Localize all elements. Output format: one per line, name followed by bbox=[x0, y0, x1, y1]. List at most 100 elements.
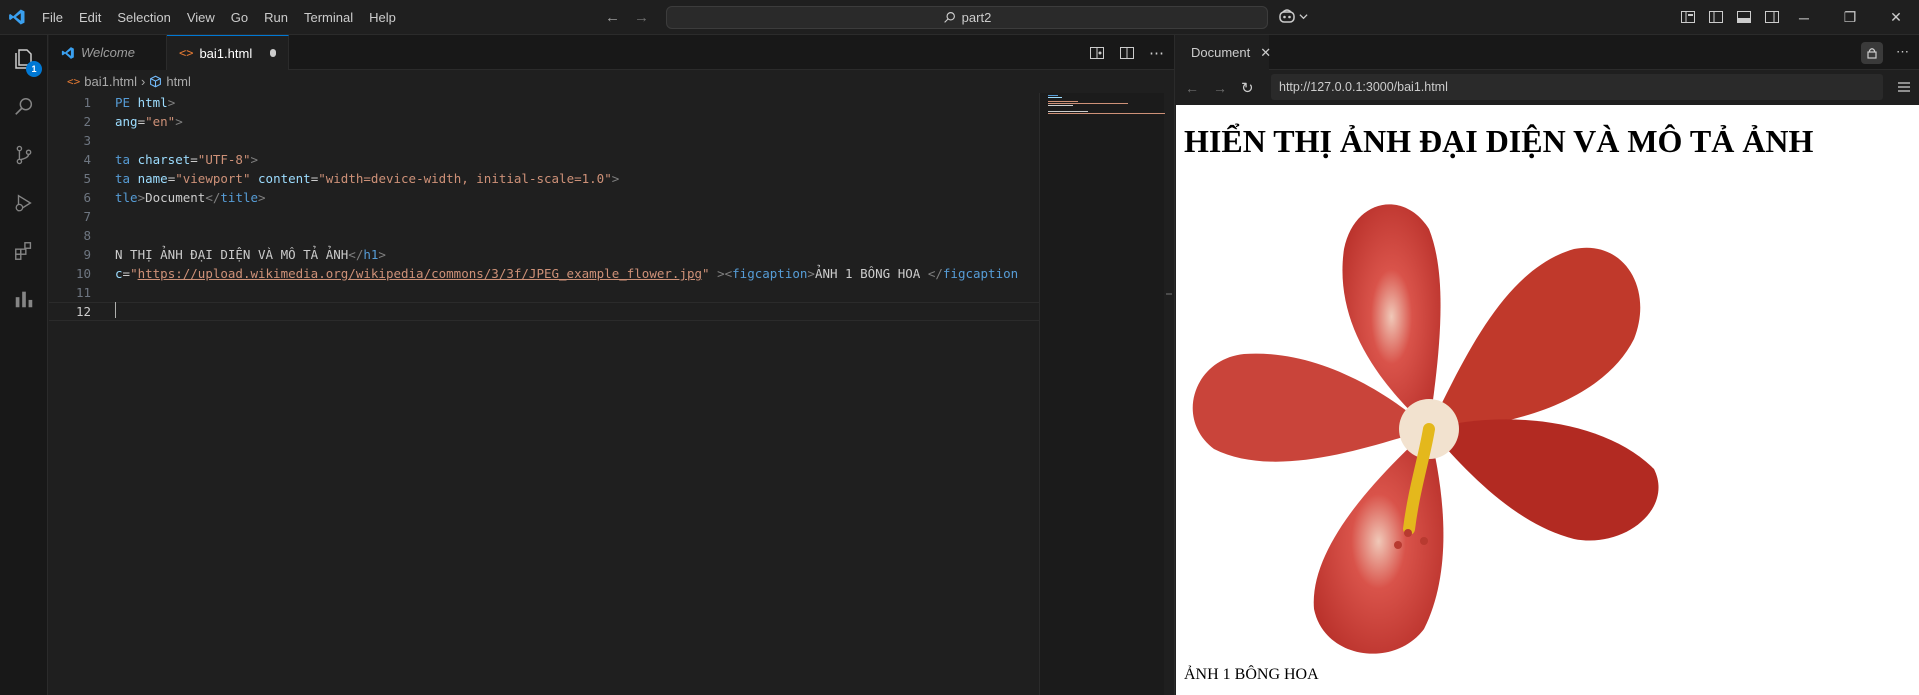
tab-bai1-html[interactable]: <> bai1.html bbox=[167, 35, 289, 70]
url-input[interactable]: http://127.0.0.1:3000/bai1.html bbox=[1271, 74, 1883, 100]
code-token: " bbox=[702, 266, 718, 281]
code-line[interactable]: 12 bbox=[49, 302, 1039, 321]
menu-go[interactable]: Go bbox=[223, 0, 256, 35]
menu-edit[interactable]: Edit bbox=[71, 0, 109, 35]
code-token: > bbox=[258, 190, 266, 205]
line-number: 1 bbox=[83, 95, 91, 110]
forward-arrow-icon[interactable]: → bbox=[634, 9, 649, 26]
copilot-button[interactable] bbox=[1278, 8, 1308, 24]
code-token: = bbox=[137, 114, 146, 129]
web-page: HIỂN THỊ ẢNH ĐẠI DIỆN VÀ MÔ TẢ ẢNH ẢNH 1… bbox=[1176, 105, 1919, 695]
menu-selection[interactable]: Selection bbox=[109, 0, 178, 35]
browser-forward-icon[interactable]: → bbox=[1213, 80, 1227, 96]
back-arrow-icon[interactable]: ← bbox=[605, 9, 620, 26]
explorer-button[interactable]: 1 bbox=[0, 35, 48, 83]
toggle-primary-sidebar-icon[interactable] bbox=[1708, 9, 1724, 25]
minimize-icon[interactable]: ─ bbox=[1781, 0, 1827, 35]
line-number: 7 bbox=[83, 209, 91, 224]
code-token: c bbox=[115, 266, 123, 281]
more-actions-icon[interactable]: ⋯ bbox=[1149, 44, 1164, 62]
code-editor[interactable]: 1 PE html> 2 ang="en"> 3 4 ta charset="UTF-8">… bbox=[49, 93, 1039, 321]
menu-run[interactable]: Run bbox=[256, 0, 296, 35]
editor-tabs: Welcome <> bai1.html ⋯ bbox=[49, 35, 1174, 70]
run-debug-button[interactable] bbox=[0, 179, 48, 227]
code-line[interactable]: 4 ta charset="UTF-8"> bbox=[49, 150, 1039, 169]
search-view-button[interactable] bbox=[0, 83, 48, 131]
code-token: https://upload.wikimedia.org/wikipedia/c… bbox=[137, 266, 703, 281]
search-icon bbox=[15, 98, 33, 115]
vertical-scrollbar[interactable] bbox=[1165, 93, 1174, 695]
code-line[interactable]: 10 c="https://upload.wikimedia.org/wikipe… bbox=[49, 264, 1039, 283]
menu-icon[interactable] bbox=[1897, 80, 1911, 94]
code-line[interactable]: 11 bbox=[49, 283, 1039, 302]
extensions-button[interactable] bbox=[0, 227, 48, 275]
command-center-search[interactable]: part2 bbox=[666, 6, 1268, 29]
chevron-down-icon bbox=[1299, 13, 1308, 19]
minimap[interactable] bbox=[1039, 93, 1166, 695]
code-token: Document bbox=[145, 190, 206, 205]
code-line[interactable]: 8 bbox=[49, 226, 1039, 245]
source-control-icon bbox=[16, 145, 32, 165]
code-token: </ bbox=[205, 190, 221, 205]
code-token: > bbox=[250, 152, 259, 167]
breadcrumb-symbol[interactable]: html bbox=[166, 74, 191, 89]
code-line[interactable]: 7 bbox=[49, 207, 1039, 226]
line-number: 5 bbox=[83, 171, 91, 186]
split-editor-icon[interactable] bbox=[1119, 45, 1135, 61]
code-token: title bbox=[220, 190, 259, 205]
copilot-icon bbox=[1279, 9, 1295, 23]
tab-label: Document bbox=[1191, 45, 1251, 60]
code-token: ta bbox=[115, 152, 138, 167]
stats-button[interactable] bbox=[0, 275, 48, 323]
browser-back-icon[interactable]: ← bbox=[1185, 80, 1199, 96]
source-control-button[interactable] bbox=[0, 131, 48, 179]
code-line[interactable]: 1 PE html> bbox=[49, 93, 1039, 112]
more-actions-icon[interactable]: ⋯ bbox=[1896, 44, 1909, 60]
restore-icon[interactable]: ❐ bbox=[1827, 0, 1873, 35]
code-line[interactable]: 9 N THỊ ẢNH ĐẠI DIỆN VÀ MÔ TẢ ẢNH</h1> bbox=[49, 245, 1039, 264]
toggle-panel-icon[interactable] bbox=[1736, 9, 1752, 25]
line-content: ta name="viewport" content="width=device… bbox=[115, 171, 619, 186]
close-window-icon[interactable]: ✕ bbox=[1873, 0, 1919, 35]
bar-chart-icon bbox=[15, 291, 33, 308]
code-line[interactable]: 6 tle>Document</title> bbox=[49, 188, 1039, 207]
line-number: 2 bbox=[83, 114, 91, 129]
code-token: N THỊ ẢNH ĐẠI DIỆN VÀ MÔ TẢ ẢNH bbox=[115, 247, 349, 262]
code-token: figcaption bbox=[942, 266, 1019, 281]
line-content: tle>Document</title> bbox=[115, 190, 266, 205]
code-token: "UTF-8" bbox=[197, 152, 251, 167]
code-token: > bbox=[167, 95, 176, 110]
open-preview-icon[interactable] bbox=[1089, 45, 1105, 61]
code-token: ta bbox=[115, 171, 138, 186]
breadcrumb-file[interactable]: bai1.html bbox=[84, 74, 137, 89]
code-token: > bbox=[175, 114, 183, 129]
menu-help[interactable]: Help bbox=[361, 0, 404, 35]
menu-file[interactable]: File bbox=[34, 0, 71, 35]
code-token: </ bbox=[348, 247, 364, 262]
extensions-icon bbox=[15, 242, 32, 260]
lock-group-button[interactable] bbox=[1861, 42, 1883, 64]
code-line[interactable]: 2 ang="en"> bbox=[49, 112, 1039, 131]
toggle-secondary-sidebar-icon[interactable] bbox=[1764, 9, 1780, 25]
code-line[interactable]: 3 bbox=[49, 131, 1039, 150]
simple-browser-panel: Document ✕ ⋯ ← → ↻ http://127.0.0.1:3000… bbox=[1174, 35, 1919, 695]
code-token: = bbox=[190, 152, 198, 167]
line-number: 9 bbox=[83, 247, 91, 262]
code-token: charset bbox=[137, 152, 191, 167]
reload-icon[interactable]: ↻ bbox=[1241, 79, 1254, 97]
menu-view[interactable]: View bbox=[179, 0, 223, 35]
text-cursor bbox=[115, 302, 116, 318]
line-content: ang="en"> bbox=[115, 114, 183, 129]
code-token: "viewport" bbox=[175, 171, 259, 186]
menu-bar: File Edit Selection View Go Run Terminal… bbox=[34, 0, 404, 35]
code-token: "width=device-width, initial-scale=1.0" bbox=[318, 171, 612, 186]
unsaved-dot-icon[interactable] bbox=[270, 49, 276, 57]
line-number: 6 bbox=[83, 190, 91, 205]
close-icon[interactable]: ✕ bbox=[1260, 45, 1271, 61]
code-line[interactable]: 5 ta name="viewport" content="width=devic… bbox=[49, 169, 1039, 188]
tab-document[interactable]: Document ✕ bbox=[1175, 35, 1271, 70]
tab-welcome[interactable]: Welcome bbox=[49, 35, 167, 70]
vscode-logo-icon[interactable] bbox=[0, 0, 34, 35]
menu-terminal[interactable]: Terminal bbox=[296, 0, 361, 35]
customize-layout-icon[interactable] bbox=[1680, 9, 1696, 25]
